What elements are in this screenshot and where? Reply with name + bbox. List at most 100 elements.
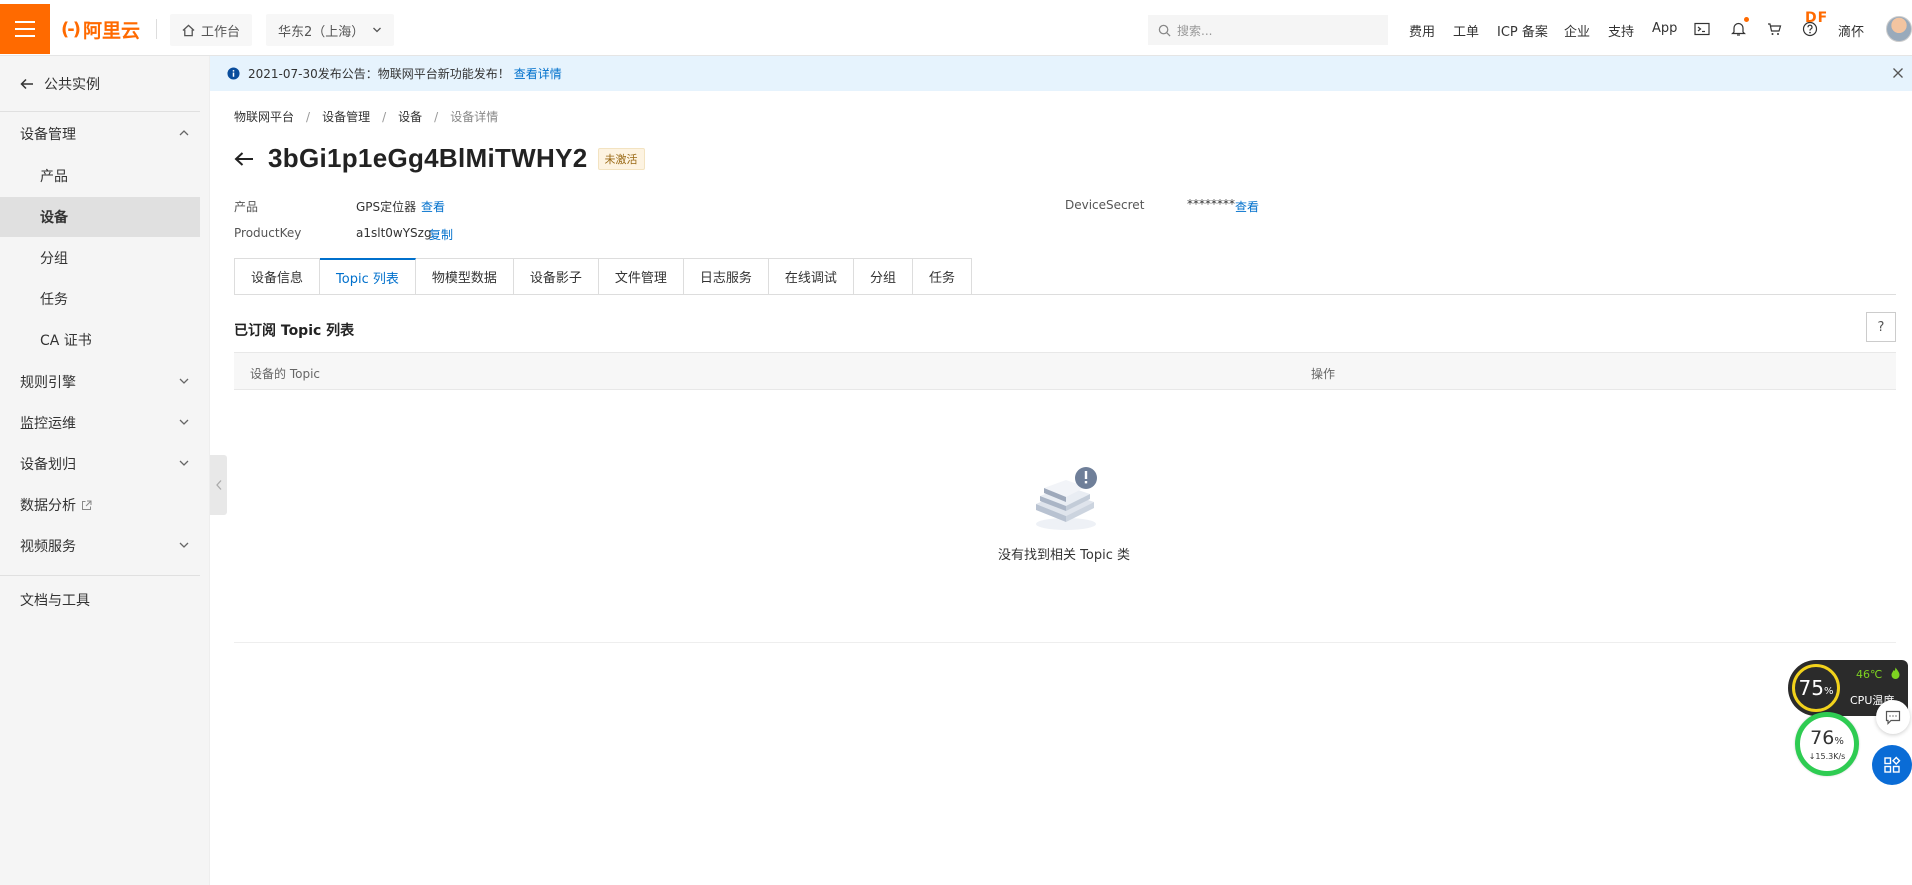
terminal-icon[interactable] [1693, 20, 1711, 38]
workbench-label: 工作台 [201, 24, 241, 40]
close-icon[interactable] [1892, 67, 1904, 79]
memory-network-gauge[interactable]: 76% ↓15.3K/s [1795, 712, 1859, 776]
column-header-topic: 设备的 Topic [250, 367, 320, 381]
status-badge: 未激活 [597, 147, 645, 170]
chevron-down-icon [178, 457, 190, 469]
tab-thing-model-data[interactable]: 物模型数据 [415, 258, 514, 295]
nav-link-icp[interactable]: ICP 备案 [1497, 21, 1548, 40]
sidebar-item-label: 数据分析 [20, 498, 76, 514]
percent-sign: % [1834, 735, 1844, 747]
tab-file-management[interactable]: 文件管理 [598, 258, 684, 295]
chevron-up-icon [178, 127, 190, 139]
sidebar-group-device-mgmt[interactable]: 设备管理 [0, 114, 200, 154]
announcement-bar: 2021-07-30发布公告：物联网平台新功能发布！ 查看详情 [210, 56, 1912, 91]
help-button[interactable]: ? [1866, 312, 1896, 342]
announcement-detail-link[interactable]: 查看详情 [514, 65, 562, 82]
sidebar-item-docs-tools[interactable]: 文档与工具 [0, 580, 200, 620]
app-center-button[interactable] [1872, 745, 1912, 785]
sidebar-divider [0, 111, 200, 112]
chevron-down-icon [178, 375, 190, 387]
section-title: 已订阅 Topic 列表 [234, 323, 355, 339]
avatar[interactable] [1886, 16, 1912, 42]
sidebar-item-data-analysis[interactable]: 数据分析 [0, 485, 200, 525]
search-icon [1158, 24, 1171, 37]
nav-link-support[interactable]: 支持 [1608, 21, 1634, 40]
back-arrow-icon[interactable] [234, 151, 254, 167]
sidebar-collapse-handle[interactable] [210, 455, 227, 515]
tab-device-info[interactable]: 设备信息 [234, 258, 321, 295]
empty-state-text: 没有找到相关 Topic 类 [998, 548, 1130, 563]
sidebar: 公共实例 设备管理 产品 设备 分组 任务 CA 证书 规则引擎 监控运维 设备… [0, 56, 210, 885]
region-label: 华东2（上海） [278, 24, 365, 40]
user-name[interactable]: 滴伓 [1838, 21, 1864, 40]
notification-dot [1744, 17, 1749, 22]
network-speed-value: ↓15.3K/s [1808, 751, 1846, 761]
tab-online-debug[interactable]: 在线调试 [768, 258, 854, 295]
table-bottom-divider [234, 642, 1896, 643]
hamburger-icon [15, 21, 35, 37]
tab-device-shadow[interactable]: 设备影子 [513, 258, 599, 295]
apps-grid-icon [1884, 756, 1901, 773]
sidebar-item-label: 任务 [40, 292, 68, 308]
df-overlay-mark: DF [1805, 10, 1829, 26]
cart-icon[interactable] [1765, 20, 1783, 38]
breadcrumb-separator: / [434, 109, 439, 124]
workbench-button[interactable]: 工作台 [170, 14, 253, 46]
tab-topic-list[interactable]: Topic 列表 [320, 258, 416, 295]
sidebar-group-rules[interactable]: 规则引擎 [0, 362, 200, 402]
home-icon [182, 24, 195, 37]
sidebar-item-label: 设备 [40, 210, 68, 226]
sidebar-item-ca-cert[interactable]: CA 证书 [0, 320, 200, 360]
sidebar-group-label: 视频服务 [20, 539, 76, 555]
nav-link-fees[interactable]: 费用 [1409, 21, 1435, 40]
breadcrumb-item[interactable]: 物联网平台 [234, 108, 294, 125]
percent-sign: % [1823, 685, 1834, 697]
page-title-row: 3bGi1p1eGg4BlMiTWHY2 未激活 [234, 143, 645, 174]
sidebar-item-label: CA 证书 [40, 333, 92, 349]
hamburger-menu-button[interactable] [0, 4, 50, 54]
sidebar-group-monitoring[interactable]: 监控运维 [0, 403, 200, 443]
back-label: 公共实例 [44, 77, 100, 93]
bell-icon[interactable] [1729, 20, 1747, 38]
devicesecret-view-link[interactable]: 查看 [1235, 198, 1259, 215]
chevron-down-icon [372, 25, 382, 35]
cpu-temp-value: 46℃ [1856, 668, 1883, 681]
region-selector[interactable]: 华东2（上海） [266, 14, 395, 46]
logo-mark-icon: (-) [61, 18, 81, 40]
breadcrumb: 物联网平台 / 设备管理 / 设备 / 设备详情 [234, 108, 498, 125]
productkey-value: a1slt0wYSzg [356, 226, 432, 240]
back-to-instances-link[interactable]: 公共实例 [20, 74, 100, 94]
breadcrumb-separator: / [382, 109, 387, 124]
product-view-link[interactable]: 查看 [421, 198, 445, 215]
sidebar-group-label: 设备划归 [20, 457, 76, 473]
sidebar-group-label: 设备管理 [20, 127, 76, 143]
sidebar-item-task[interactable]: 任务 [0, 279, 200, 319]
devicesecret-value: ******** [1187, 197, 1235, 211]
sidebar-item-label: 分组 [40, 251, 68, 267]
divider [156, 19, 157, 39]
aliyun-logo[interactable]: (-) 阿里云 [61, 16, 140, 42]
search-input[interactable]: 搜索... [1148, 15, 1388, 45]
productkey-copy-link[interactable]: 复制 [429, 226, 453, 243]
info-icon [227, 67, 240, 80]
cpu-usage-value: 75 [1798, 676, 1824, 700]
nav-link-app[interactable]: App [1652, 21, 1677, 36]
sidebar-group-video[interactable]: 视频服务 [0, 526, 200, 566]
external-link-icon [81, 500, 92, 511]
sidebar-item-label: 产品 [40, 169, 68, 185]
breadcrumb-item[interactable]: 设备管理 [322, 108, 370, 125]
nav-link-enterprise[interactable]: 企业 [1564, 21, 1590, 40]
chat-button[interactable] [1876, 700, 1910, 734]
page-title: 3bGi1p1eGg4BlMiTWHY2 [268, 143, 588, 173]
tabs-divider [234, 294, 1896, 295]
sidebar-item-group[interactable]: 分组 [0, 238, 200, 278]
tab-group[interactable]: 分组 [853, 258, 913, 295]
flame-icon [1891, 667, 1900, 684]
tab-log-service[interactable]: 日志服务 [683, 258, 769, 295]
sidebar-item-product[interactable]: 产品 [0, 156, 200, 196]
sidebar-group-device-transfer[interactable]: 设备划归 [0, 444, 200, 484]
nav-link-ticket[interactable]: 工单 [1453, 21, 1479, 40]
tab-task[interactable]: 任务 [912, 258, 972, 295]
sidebar-item-device[interactable]: 设备 [0, 197, 200, 237]
breadcrumb-item[interactable]: 设备 [398, 108, 422, 125]
